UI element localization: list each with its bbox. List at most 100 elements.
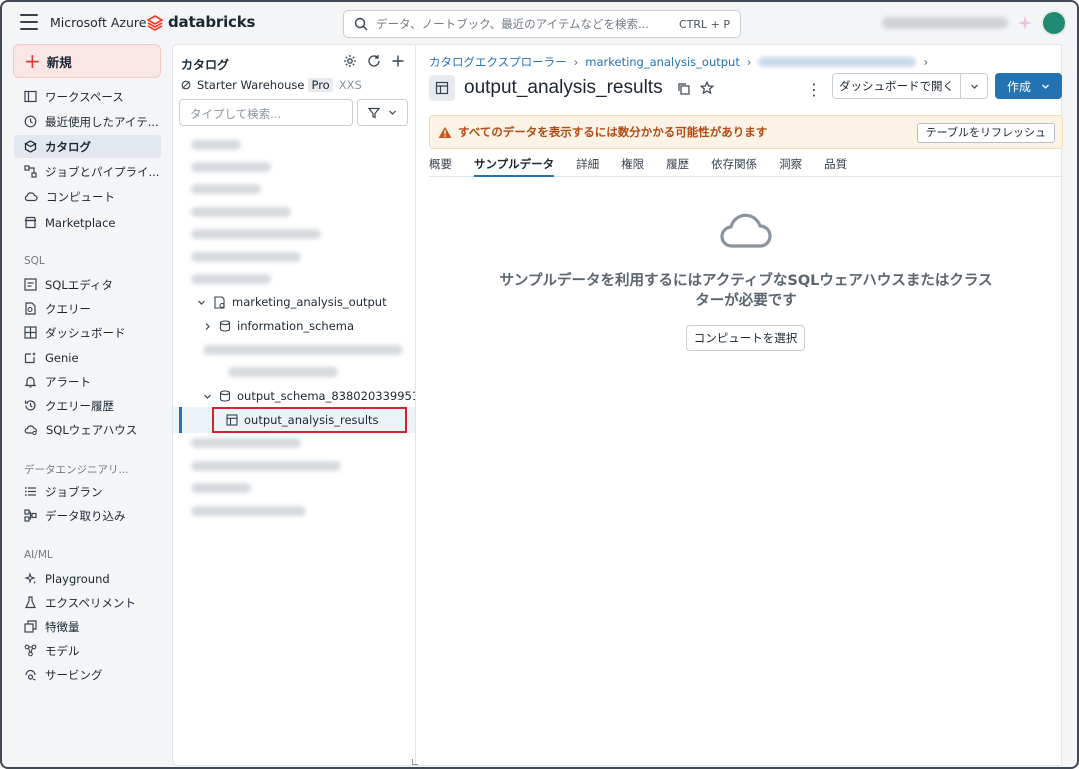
filter-button[interactable] <box>357 99 408 126</box>
new-button-label: 新規 <box>46 54 72 70</box>
workspace-switcher[interactable] <box>882 17 1008 29</box>
breadcrumb-catalog[interactable]: marketing_analysis_output <box>585 55 740 69</box>
menu-icon[interactable] <box>20 14 38 30</box>
sql-editor-icon <box>24 278 37 291</box>
tree-row-blurred[interactable] <box>191 162 271 172</box>
tree-item-label: information_schema <box>237 319 355 333</box>
breadcrumb: カタログエクスプローラー › marketing_analysis_output… <box>429 54 935 70</box>
tab-insights[interactable]: 洞察 <box>779 156 802 177</box>
database-icon <box>219 320 231 332</box>
select-compute-button[interactable]: コンピュートを選択 <box>686 325 805 351</box>
sidebar-item-sql-editor[interactable]: SQLエディタ <box>14 273 161 296</box>
open-dashboard-label[interactable]: ダッシュボードで開く <box>833 74 961 98</box>
bell-icon <box>24 376 37 388</box>
sidebar-item-job-runs[interactable]: ジョブラン <box>14 480 161 503</box>
copy-icon[interactable] <box>677 82 690 95</box>
tree-row-blurred[interactable] <box>191 461 341 471</box>
chevron-right-icon[interactable] <box>201 322 213 331</box>
tree-row-blurred[interactable] <box>228 367 338 377</box>
section-label-ai-ml: AI/ML <box>24 549 53 561</box>
tree-row-blurred[interactable] <box>191 140 241 150</box>
new-button[interactable]: + 新規 <box>13 44 161 78</box>
assistant-sparkle-icon[interactable] <box>1017 15 1033 31</box>
warehouse-selector[interactable]: Starter Warehouse Pro XXS <box>181 78 362 92</box>
page-title: output_analysis_results <box>464 77 663 98</box>
sidebar-item-models[interactable]: モデル <box>14 639 161 662</box>
table-icon <box>429 75 455 101</box>
global-search-input[interactable]: データ、ノートブック、最近のアイテムなどを検索... CTRL + P <box>343 10 741 38</box>
sidebar-item-queries[interactable]: クエリー <box>14 297 161 320</box>
chevron-down-icon[interactable] <box>201 392 213 401</box>
more-options-icon[interactable]: ⋮ <box>806 80 822 99</box>
databricks-brand: databricks <box>168 13 256 31</box>
sidebar-item-label: アラート <box>45 374 91 389</box>
sidebar-item-label: Genie <box>45 350 79 365</box>
sidebar-item-label: SQLウェアハウス <box>46 422 138 437</box>
job-runs-icon <box>24 487 36 496</box>
chevron-down-icon[interactable] <box>195 298 207 307</box>
sidebar-item-dashboards[interactable]: ダッシュボード <box>14 321 161 344</box>
sidebar-item-data-ingestion[interactable]: データ取り込み <box>14 504 161 527</box>
tree-item-catalog[interactable]: marketing_analysis_output <box>195 291 387 313</box>
create-button[interactable]: 作成 <box>995 73 1062 99</box>
sidebar-item-features[interactable]: 特徴量 <box>14 615 161 638</box>
tab-history[interactable]: 履歴 <box>666 156 689 177</box>
sidebar-item-label: ワークスペース <box>45 89 124 104</box>
chevron-down-icon[interactable] <box>961 74 987 98</box>
catalog-search-input[interactable]: タイプして検索... <box>179 99 353 126</box>
tab-lineage[interactable]: 依存関係 <box>711 156 757 177</box>
tree-item-schema[interactable]: output_schema_83802033995140 <box>201 385 434 407</box>
tree-item-schema[interactable]: information_schema <box>201 315 354 337</box>
empty-state-message: サンプルデータを利用するにはアクティブなSQLウェアハウスまたはクラスターが必要… <box>499 273 993 309</box>
tab-details[interactable]: 詳細 <box>576 156 599 177</box>
breadcrumb-schema[interactable] <box>758 57 917 67</box>
star-icon[interactable] <box>699 81 714 95</box>
sidebar-item-label: 特徴量 <box>45 619 80 634</box>
sidebar-item-catalog[interactable]: カタログ <box>14 135 161 158</box>
tree-row-blurred[interactable] <box>191 184 261 194</box>
tree-row-blurred[interactable] <box>191 274 271 284</box>
tab-quality[interactable]: 品質 <box>824 156 847 177</box>
refresh-table-button[interactable]: テーブルをリフレッシュ <box>916 123 1055 143</box>
sidebar-item-compute[interactable]: コンピュート <box>14 185 161 208</box>
tree-row-blurred[interactable] <box>191 252 301 262</box>
sidebar-item-playground[interactable]: Playground <box>14 567 161 590</box>
selected-row-indicator <box>179 407 182 433</box>
tree-item-label: marketing_analysis_output <box>232 295 387 309</box>
resize-handle[interactable] <box>412 759 418 765</box>
breadcrumb-catalog-explorer[interactable]: カタログエクスプローラー <box>429 54 567 70</box>
add-icon[interactable] <box>391 54 405 68</box>
sidebar-item-jobs[interactable]: ジョブとパイプライ... <box>14 160 161 183</box>
tree-row-blurred[interactable] <box>191 506 306 516</box>
refresh-icon[interactable] <box>367 54 381 68</box>
tab-permissions[interactable]: 権限 <box>621 156 644 177</box>
alert-message: すべてのデータを表示するには数分かかる可能性があります <box>458 125 768 139</box>
main-content: カタログエクスプローラー › marketing_analysis_output… <box>415 44 1063 766</box>
sidebar-item-label: SQLエディタ <box>45 277 113 292</box>
open-dashboard-button[interactable]: ダッシュボードで開く <box>832 73 988 99</box>
tree-row-blurred[interactable] <box>203 345 403 355</box>
sidebar-item-genie[interactable]: Genie <box>14 346 161 369</box>
sidebar-item-recent[interactable]: 最近使用したアイテ... <box>14 110 161 133</box>
gear-icon[interactable] <box>343 54 357 68</box>
tree-row-blurred[interactable] <box>191 438 301 448</box>
tree-row-blurred[interactable] <box>191 483 251 493</box>
sidebar-item-alerts[interactable]: アラート <box>14 370 161 393</box>
top-bar: Microsoft Azure databricks データ、ノートブック、最近… <box>2 2 1077 44</box>
sidebar-item-marketplace[interactable]: Marketplace <box>14 211 161 234</box>
sidebar-item-label: クエリー履歴 <box>45 398 114 413</box>
sidebar-item-experiments[interactable]: エクスペリメント <box>14 591 161 614</box>
sidebar-item-workspace[interactable]: ワークスペース <box>14 85 161 108</box>
sidebar-item-serving[interactable]: サービング <box>14 663 161 686</box>
sidebar-item-label: コンピュート <box>46 189 115 204</box>
sidebar-item-sql-warehouses[interactable]: SQLウェアハウス <box>14 418 161 441</box>
tab-sample-data[interactable]: サンプルデータ <box>474 156 555 177</box>
sidebar-item-query-history[interactable]: クエリー履歴 <box>14 394 161 417</box>
tree-row-blurred[interactable] <box>191 229 321 239</box>
tab-overview[interactable]: 概要 <box>429 156 452 177</box>
sidebar-item-label: ジョブラン <box>45 484 103 499</box>
tree-row-blurred[interactable] <box>191 207 291 217</box>
avatar[interactable] <box>1043 12 1065 34</box>
breadcrumb-separator: › <box>573 55 579 69</box>
cloud-icon <box>24 192 38 202</box>
